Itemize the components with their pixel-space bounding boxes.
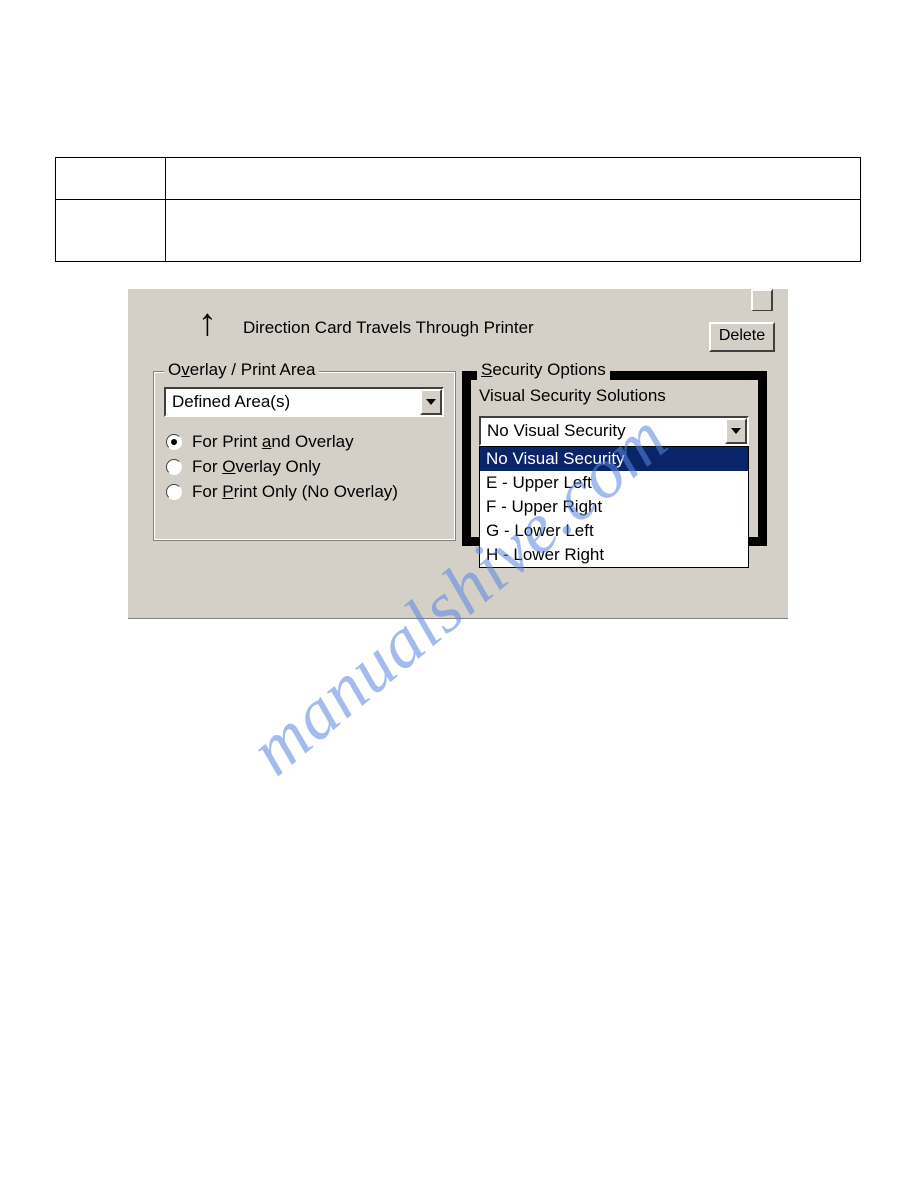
print-dialog-fragment: ↑ Direction Card Travels Through Printer… bbox=[128, 289, 788, 619]
chevron-down-icon[interactable] bbox=[725, 418, 747, 444]
table-cell bbox=[166, 200, 861, 262]
arrow-up-icon: ↑ bbox=[198, 304, 217, 342]
table-cell bbox=[56, 200, 166, 262]
direction-label: Direction Card Travels Through Printer bbox=[243, 318, 534, 338]
security-options-group: Security Options Visual Security Solutio… bbox=[462, 371, 767, 546]
dropdown-option[interactable]: E - Upper Left bbox=[480, 471, 748, 495]
overlay-group-legend: Overlay / Print Area bbox=[164, 360, 319, 380]
radio-icon bbox=[166, 459, 182, 475]
chevron-down-icon[interactable] bbox=[420, 389, 442, 415]
overlay-print-area-group: Overlay / Print Area Defined Area(s) For… bbox=[153, 371, 456, 541]
spinner-stub[interactable] bbox=[751, 289, 773, 311]
delete-button[interactable]: Delete bbox=[709, 322, 775, 352]
table-cell bbox=[166, 158, 861, 200]
security-group-legend: Security Options bbox=[477, 360, 610, 380]
radio-icon bbox=[166, 484, 182, 500]
overlay-area-combo-value: Defined Area(s) bbox=[166, 392, 420, 412]
visual-security-combo-value: No Visual Security bbox=[481, 421, 725, 441]
table-cell bbox=[56, 158, 166, 200]
radio-icon bbox=[166, 434, 182, 450]
radio-print-only[interactable]: For Print Only (No Overlay) bbox=[166, 482, 398, 502]
visual-security-combo[interactable]: No Visual Security bbox=[479, 416, 749, 446]
visual-security-label: Visual Security Solutions bbox=[479, 386, 666, 406]
radio-print-and-overlay[interactable]: For Print and Overlay bbox=[166, 432, 398, 452]
radio-overlay-only[interactable]: For Overlay Only bbox=[166, 457, 398, 477]
dropdown-option[interactable]: F - Upper Right bbox=[480, 495, 748, 519]
doc-empty-table bbox=[55, 157, 861, 262]
dropdown-option[interactable]: G - Lower Left bbox=[480, 519, 748, 543]
overlay-radio-group: For Print and Overlay For Overlay Only F… bbox=[166, 427, 398, 507]
dropdown-option[interactable]: H - Lower Right bbox=[480, 543, 748, 567]
dropdown-option[interactable]: No Visual Security bbox=[480, 447, 748, 471]
overlay-area-combo[interactable]: Defined Area(s) bbox=[164, 387, 444, 417]
visual-security-dropdown[interactable]: No Visual Security E - Upper Left F - Up… bbox=[479, 446, 749, 568]
